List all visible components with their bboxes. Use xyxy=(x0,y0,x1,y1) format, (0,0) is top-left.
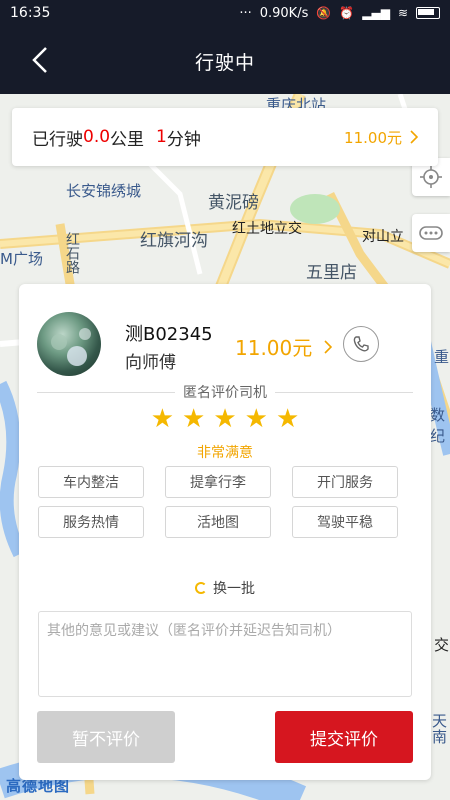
rating-panel: 测B02345 向师傅 11.00元 匿名评价司机 ★ ★ ★ ★ ★ 非常满意… xyxy=(19,284,431,780)
locate-icon xyxy=(420,166,442,188)
map-label: 南 xyxy=(432,728,448,746)
skip-rating-button[interactable]: 暂不评价 xyxy=(37,711,175,763)
map-label: 重 xyxy=(434,348,450,366)
map-label: 五里店 xyxy=(306,263,357,283)
map-label: 对山立 xyxy=(362,229,404,245)
star-icon[interactable]: ★ xyxy=(245,406,268,432)
alarm-icon: ⏰ xyxy=(339,6,355,20)
star-icon[interactable]: ★ xyxy=(151,406,174,432)
divider xyxy=(275,391,413,393)
star-icon[interactable]: ★ xyxy=(276,406,299,432)
map-label: 红旗河沟 xyxy=(140,231,208,251)
chevron-right-icon xyxy=(324,339,333,354)
driver-plate: 测B02345 xyxy=(125,324,213,345)
map-label: 红石路 xyxy=(64,232,80,274)
status-time: 16:35 xyxy=(10,5,51,21)
tag-button[interactable]: 车内整洁 xyxy=(38,466,144,498)
call-driver-button[interactable] xyxy=(343,326,379,362)
comment-input[interactable] xyxy=(38,611,412,697)
refresh-icon xyxy=(195,582,207,594)
wifi-icon: ≋ xyxy=(397,6,408,20)
page-title: 行驶中 xyxy=(194,52,255,74)
more-icon xyxy=(419,226,443,240)
fare-detail-link[interactable]: 11.00元 xyxy=(235,332,333,361)
star-rating: ★ ★ ★ ★ ★ xyxy=(19,406,431,432)
battery-icon xyxy=(416,7,440,19)
star-icon[interactable]: ★ xyxy=(213,406,236,432)
app-header: 行驶中 xyxy=(0,26,450,94)
driver-name: 向师傅 xyxy=(125,353,176,373)
trip-status-bar: 已行驶 0.0 公里 1 分钟 11.00元 xyxy=(12,108,438,166)
avatar-photo xyxy=(51,328,91,366)
divider xyxy=(37,391,175,393)
satisfaction-label: 非常满意 xyxy=(197,445,253,461)
map-label: 红土地立交 xyxy=(232,221,302,237)
trip-fare: 11.00元 xyxy=(344,128,402,147)
map-label: 交 xyxy=(434,636,450,654)
trip-distance: 0.0 xyxy=(83,127,111,147)
trip-distance-unit: 公里 xyxy=(110,129,145,150)
signal-icon: ▂▄▆ xyxy=(362,6,390,20)
submit-rating-button[interactable]: 提交评价 xyxy=(275,711,413,763)
map-label: 黄泥磅 xyxy=(208,193,259,213)
driver-fare: 11.00元 xyxy=(235,336,313,360)
more-button[interactable] xyxy=(412,214,450,252)
map-label: M广场 xyxy=(0,250,43,268)
rating-tags: 车内整洁 提拿行李 开门服务 服务热情 活地图 驾驶平稳 xyxy=(38,466,418,538)
trip-minutes: 1 xyxy=(156,127,167,147)
trip-minutes-unit: 分钟 xyxy=(166,129,201,150)
refresh-tags-button[interactable]: 换一批 xyxy=(19,578,431,598)
phone-icon xyxy=(353,336,369,352)
tag-button[interactable]: 开门服务 xyxy=(292,466,398,498)
trip-prefix: 已行驶 xyxy=(32,129,83,150)
status-bar: 16:35 ··· 0.90K/s 🔕 ⏰ ▂▄▆ ≋ xyxy=(0,0,450,26)
star-icon[interactable]: ★ xyxy=(182,406,205,432)
status-dots: ··· xyxy=(239,5,252,21)
chevron-right-icon xyxy=(410,130,418,144)
rating-section-title: 匿名评价司机 xyxy=(183,385,267,401)
refresh-label: 换一批 xyxy=(213,581,255,597)
network-speed: 0.90K/s xyxy=(259,5,309,21)
tag-button[interactable]: 活地图 xyxy=(165,506,271,538)
tag-button[interactable]: 提拿行李 xyxy=(165,466,271,498)
avatar xyxy=(37,312,101,376)
tag-button[interactable]: 服务热情 xyxy=(38,506,144,538)
rating-section-header: 匿名评价司机 xyxy=(37,382,413,402)
status-icons: ··· 0.90K/s 🔕 ⏰ ▂▄▆ ≋ xyxy=(239,6,440,21)
trip-fare-link[interactable]: 11.00元 xyxy=(344,127,418,148)
map-label: 长安锦绣城 xyxy=(66,182,142,200)
map-label: 数纪 xyxy=(430,406,446,445)
mute-icon: 🔕 xyxy=(316,6,332,20)
tag-button[interactable]: 驾驶平稳 xyxy=(292,506,398,538)
